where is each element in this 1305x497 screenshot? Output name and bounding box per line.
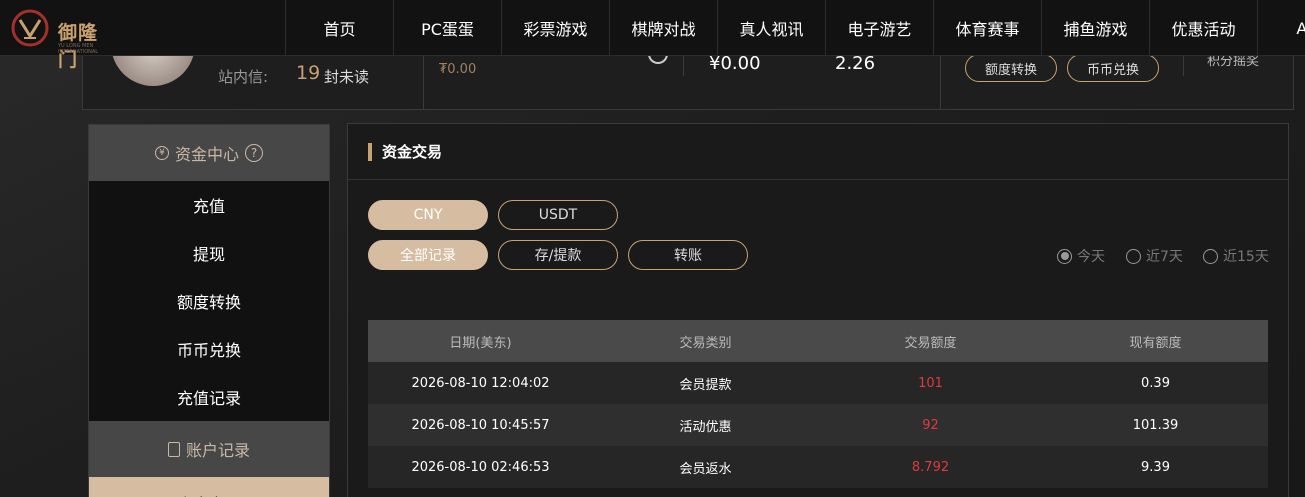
brand-logo[interactable]: 御隆门 YU LONG MEN INTERNATIONAL (8, 6, 108, 71)
sidebar-item-quota-transfer[interactable]: 额度转换 (89, 277, 329, 325)
divider (683, 56, 684, 76)
cell-date: 2026-08-10 02:46:53 (411, 459, 550, 475)
nav-chess[interactable]: 棋牌对战 (609, 0, 717, 56)
nav-sports[interactable]: 体育赛事 (933, 0, 1041, 56)
help-icon[interactable]: ? (245, 144, 263, 162)
filter-transfer-button[interactable]: 转账 (628, 240, 748, 270)
nav-lottery[interactable]: 彩票游戏 (501, 0, 609, 56)
header-type: 交易类别 (679, 335, 732, 351)
currency-cny-button[interactable]: CNY (368, 200, 488, 230)
table-row: 2026-08-10 12:04:02 会员提款 101 0.39 (368, 362, 1268, 404)
cell-type: 会员提款 (679, 377, 732, 393)
cny-balance: ¥0.00 (709, 53, 761, 74)
table-row: 2026-08-10 02:46:53 会员返水 8.792 9.39 (368, 446, 1268, 488)
panel-header: 资金交易 (348, 124, 1288, 180)
title-accent-bar (368, 142, 372, 161)
usdt-balance: ₮0.00 (439, 62, 477, 77)
nav-fishing[interactable]: 捕鱼游戏 (1041, 0, 1149, 56)
nav-app[interactable]: APP (1257, 0, 1305, 56)
fund-transaction-panel: 资金交易 CNY USDT 全部记录 存/提款 转账 今天 近7天 近15天 日… (347, 123, 1289, 497)
divider (940, 56, 941, 110)
range-7days-radio[interactable]: 近7天 (1126, 246, 1183, 266)
quota-transfer-button[interactable]: 额度转换 (965, 54, 1057, 82)
sidebar-item-withdraw[interactable]: 提现 (89, 229, 329, 277)
range-label: 今天 (1077, 249, 1105, 265)
range-15days-radio[interactable]: 近15天 (1203, 246, 1269, 266)
nav-home[interactable]: 首页 (285, 0, 393, 56)
radio-unchecked-icon (1126, 248, 1141, 264)
top-nav: 御隆门 YU LONG MEN INTERNATIONAL 首页 PC蛋蛋 彩票… (0, 0, 1305, 71)
radio-checked-icon (1057, 248, 1072, 264)
sidebar-section-label: 账户记录 (185, 441, 250, 460)
filter-deposit-withdraw-button[interactable]: 存/提款 (498, 240, 618, 270)
header-date: 日期(美东) (449, 335, 512, 351)
range-label: 近7天 (1146, 249, 1183, 265)
cell-balance: 0.39 (1141, 375, 1170, 391)
brand-subtitle: YU LONG MEN INTERNATIONAL (58, 43, 99, 55)
cell-type: 活动优惠 (679, 419, 732, 435)
radio-unchecked-icon (1203, 248, 1218, 264)
sidebar: ¥ 资金中心 ? 充值 提现 额度转换 币币兑换 充值记录 账户记录 资金交易 (88, 124, 330, 497)
sidebar-item-deposit[interactable]: 充值 (89, 181, 329, 229)
cell-amount: 92 (922, 417, 939, 433)
currency-usdt-button[interactable]: USDT (498, 200, 618, 230)
value-right: 2.26 (835, 53, 876, 74)
header-balance: 现有额度 (1129, 335, 1182, 351)
nav-promotions[interactable]: 优惠活动 (1149, 0, 1257, 56)
account-info-strip: 站内信: 19 封未读 ₮0.00 ¥0.00 2.26 额度转换 币币兑换 积… (82, 36, 1294, 110)
table-row: 2026-08-10 10:45:57 活动优惠 92 101.39 (368, 404, 1268, 446)
table-header-row: 日期(美东) 交易类别 交易额度 现有额度 (368, 320, 1268, 362)
sidebar-section-funds[interactable]: ¥ 资金中心 ? (89, 125, 329, 181)
sidebar-section-account[interactable]: 账户记录 (89, 421, 329, 477)
sidebar-item-coin-exchange[interactable]: 币币兑换 (89, 325, 329, 373)
divider (423, 56, 424, 110)
cell-amount: 101 (918, 375, 943, 391)
message-count[interactable]: 19 (296, 62, 320, 84)
panel-title: 资金交易 (382, 143, 443, 161)
cell-balance: 101.39 (1132, 417, 1179, 433)
nav-pc-egg[interactable]: PC蛋蛋 (393, 0, 501, 56)
transactions-table: 日期(美东) 交易类别 交易额度 现有额度 2026-08-10 12:04:0… (368, 320, 1268, 488)
message-unread-label: 封未读 (324, 68, 370, 86)
sidebar-item-deposit-records[interactable]: 充值记录 (89, 373, 329, 421)
filter-all-records-button[interactable]: 全部记录 (368, 240, 488, 270)
cell-amount: 8.792 (911, 459, 950, 475)
nav-live[interactable]: 真人视讯 (717, 0, 825, 56)
cell-balance: 9.39 (1141, 459, 1170, 475)
main-nav: 首页 PC蛋蛋 彩票游戏 棋牌对战 真人视讯 电子游艺 体育赛事 捕鱼游戏 优惠… (285, 0, 1305, 56)
cell-date: 2026-08-10 12:04:02 (411, 375, 550, 391)
message-label: 站内信: (218, 68, 269, 86)
sidebar-section-label: 资金中心 (174, 145, 239, 164)
header-amount: 交易额度 (904, 335, 957, 351)
range-today-radio[interactable]: 今天 (1057, 246, 1105, 266)
range-label: 近15天 (1223, 249, 1269, 265)
yen-coin-icon: ¥ (154, 146, 169, 160)
dragon-logo-icon (11, 9, 49, 47)
cell-type: 会员返水 (679, 461, 732, 477)
cell-date: 2026-08-10 10:45:57 (411, 417, 550, 433)
coin-exchange-button[interactable]: 币币兑换 (1067, 54, 1159, 82)
divider (1183, 56, 1184, 76)
nav-slots[interactable]: 电子游艺 (825, 0, 933, 56)
document-icon (167, 441, 180, 457)
sidebar-item-fund-transactions[interactable]: 资金交易 (89, 477, 329, 497)
